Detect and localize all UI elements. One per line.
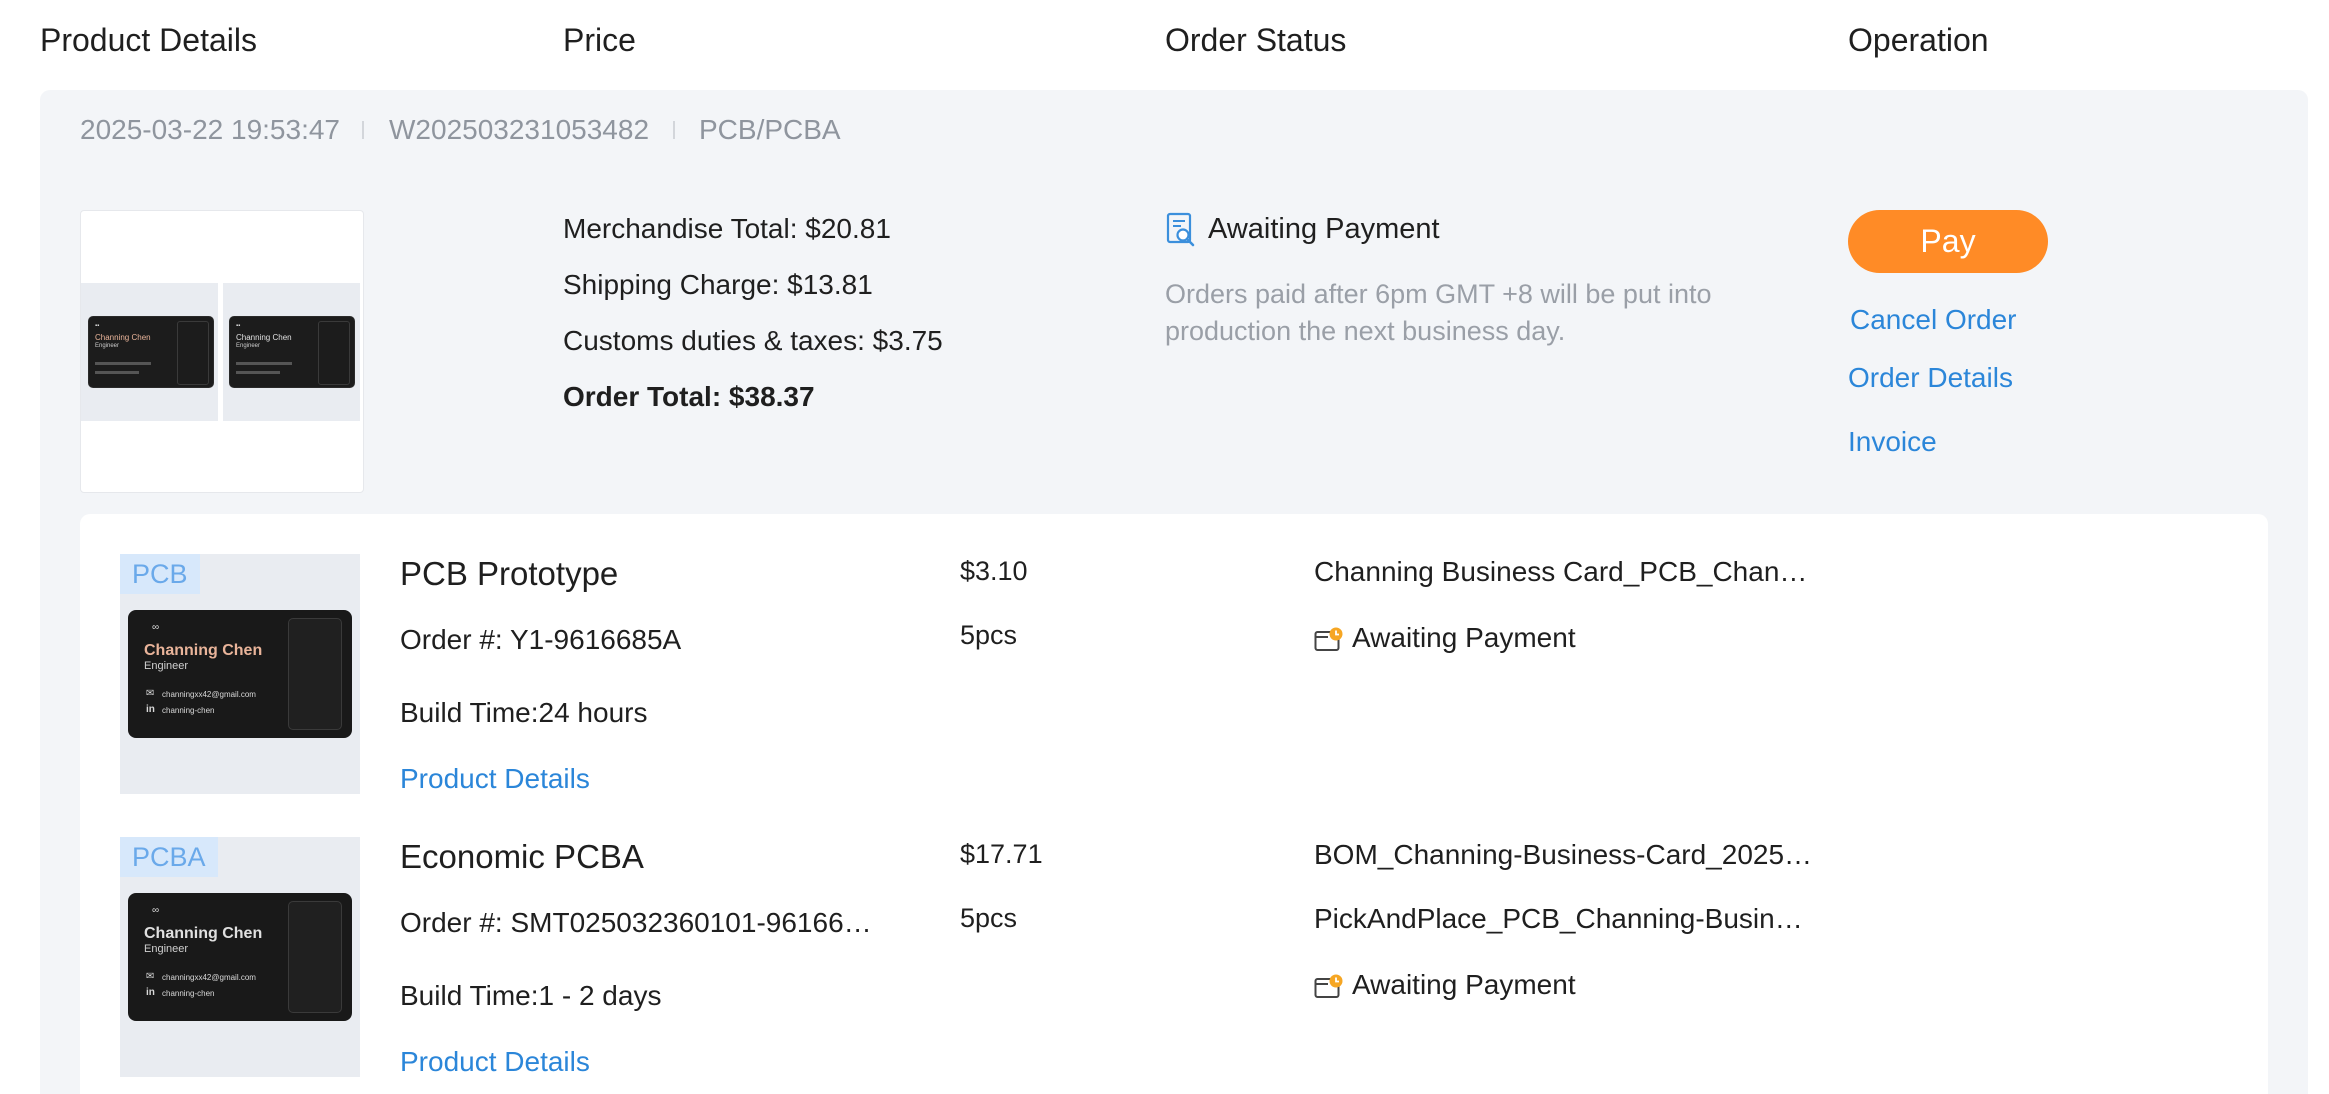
linkedin-icon: in	[146, 987, 155, 998]
wallet-clock-icon	[1314, 627, 1343, 651]
item-price: $3.10	[960, 556, 1028, 586]
product-image: PCBA ∞ Channing Chen Engineer ✉ channing…	[120, 837, 360, 1077]
thumbnail-cell: ▪▪ Channing Chen Engineer	[223, 283, 360, 421]
item-title: Economic PCBA	[400, 838, 644, 875]
item-status-label: Awaiting Payment	[1352, 622, 1576, 653]
card-email: channingxx42@gmail.com	[162, 690, 256, 699]
invoice-link[interactable]: Invoice	[1848, 426, 1937, 458]
item-build-time: Build Time:1 - 2 days	[400, 980, 662, 1011]
cancel-order-link[interactable]: Cancel Order	[1850, 304, 2017, 336]
item-status: Awaiting Payment	[1314, 969, 1576, 1001]
card-logo-icon: ∞	[152, 905, 160, 916]
card-role: Engineer	[144, 943, 189, 955]
card-email: channingxx42@gmail.com	[162, 973, 256, 982]
document-search-icon	[1166, 212, 1195, 247]
order-details-link[interactable]: Order Details	[1848, 362, 2013, 394]
item-order-number: Order #: Y1-9616685A	[400, 624, 682, 655]
header-price: Price	[563, 22, 636, 58]
meta-divider	[362, 121, 364, 139]
mail-icon: ✉	[146, 688, 155, 699]
item-status: Awaiting Payment	[1314, 622, 1576, 654]
item-price: $17.71	[960, 839, 1043, 869]
business-card-thumb: ▪▪ Channing Chen Engineer	[88, 316, 214, 388]
item-order-number: Order #: SMT025032360101-96166…	[400, 907, 872, 938]
product-details-link[interactable]: Product Details	[400, 763, 590, 795]
card-logo-icon: ∞	[152, 622, 160, 633]
pay-button[interactable]: Pay	[1848, 210, 2048, 273]
item-quantity: 5pcs	[960, 620, 1018, 650]
order-category: PCB/PCBA	[699, 114, 841, 145]
item-title: PCB Prototype	[400, 555, 619, 592]
header-operation: Operation	[1848, 22, 1989, 58]
header-order-status: Order Status	[1165, 22, 1347, 58]
meta-divider	[673, 121, 675, 139]
order-datetime: 2025-03-22 19:53:47	[80, 114, 340, 145]
card-name: Channing Chen	[144, 925, 263, 942]
product-image: PCB ∞ Channing Chen Engineer ✉ channingx…	[120, 554, 360, 794]
status-note: Orders paid after 6pm GMT +8 will be put…	[1165, 279, 1712, 346]
mail-icon: ✉	[146, 971, 155, 982]
thumbnail-cell: ▪▪ Channing Chen Engineer	[81, 283, 218, 421]
order-status: Awaiting Payment	[1208, 213, 1440, 245]
order-thumbnail: ▪▪ Channing Chen Engineer ▪▪ Channing Ch…	[80, 210, 364, 493]
card-name: Channing Chen	[144, 642, 263, 659]
product-tag: PCBA	[120, 837, 218, 877]
customs-duties: Customs duties & taxes: $3.75	[563, 325, 943, 356]
card-role: Engineer	[144, 660, 189, 672]
wallet-clock-icon	[1314, 974, 1343, 998]
item-status-label: Awaiting Payment	[1352, 969, 1576, 1000]
linkedin-icon: in	[146, 704, 155, 715]
order-total: Order Total: $38.37	[563, 381, 815, 412]
business-card-preview: ∞ Channing Chen Engineer ✉ channingxx42@…	[128, 610, 352, 738]
card-linkedin: channing-chen	[162, 706, 215, 715]
item-build-time: Build Time:24 hours	[400, 697, 648, 728]
product-details-link[interactable]: Product Details	[400, 1046, 590, 1078]
item-file[interactable]: PickAndPlace_PCB_Channing-Business-Card	[1314, 903, 1814, 935]
item-quantity: 5pcs	[960, 903, 1018, 933]
item-file[interactable]: Channing Business Card_PCB_Channing-Busi…	[1314, 556, 1814, 588]
card-linkedin: channing-chen	[162, 989, 215, 998]
item-file[interactable]: BOM_Channing-Business-Card_2025-03-22	[1314, 839, 1814, 871]
product-tag: PCB	[120, 554, 200, 594]
business-card-preview: ∞ Channing Chen Engineer ✉ channingxx42@…	[128, 893, 352, 1021]
business-card-thumb: ▪▪ Channing Chen Engineer	[229, 316, 355, 388]
merchandise-total: Merchandise Total: $20.81	[563, 213, 891, 244]
shipping-charge: Shipping Charge: $13.81	[563, 269, 873, 300]
order-number: W202503231053482	[389, 114, 650, 145]
card-phone-graphic	[288, 618, 342, 730]
card-phone-graphic	[288, 901, 342, 1013]
header-product-details: Product Details	[40, 22, 257, 58]
